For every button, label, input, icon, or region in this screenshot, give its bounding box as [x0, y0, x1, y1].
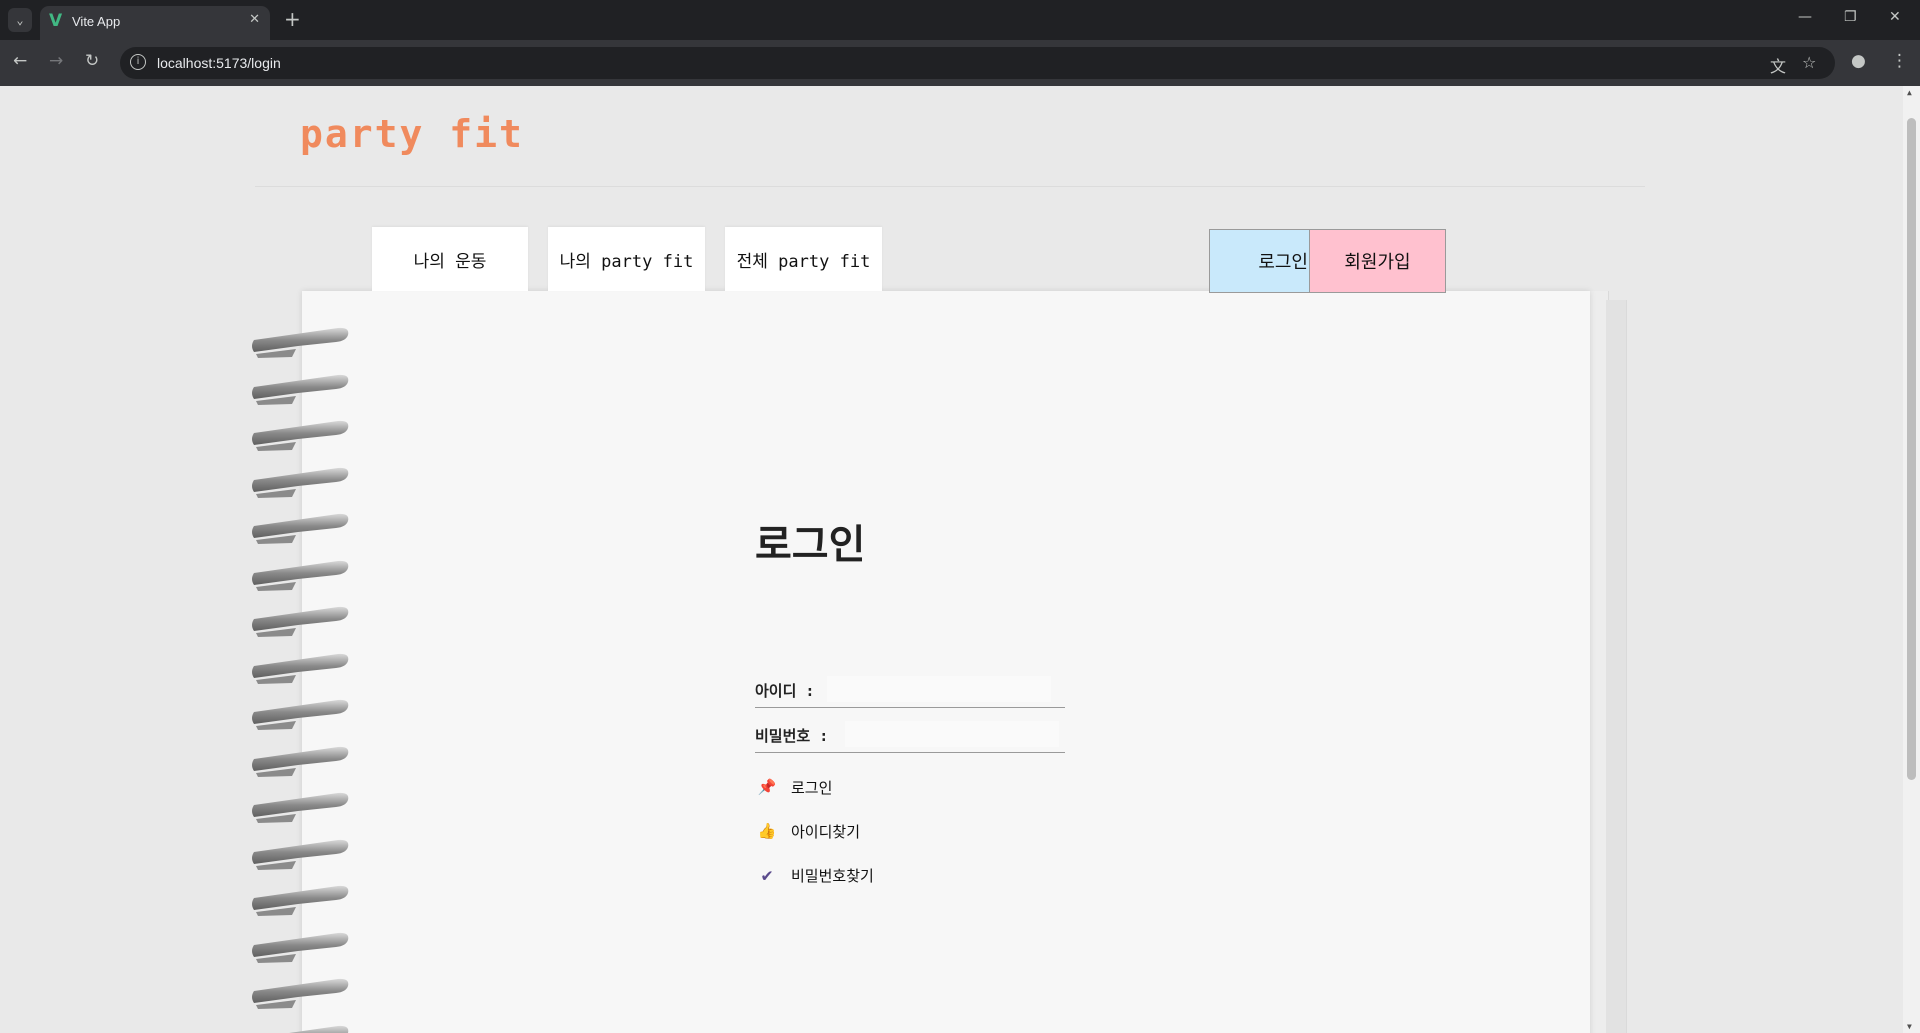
spiral-ring: [252, 978, 349, 1009]
login-button[interactable]: 로그인: [1209, 229, 1311, 293]
tab-my-workout[interactable]: 나의 운동: [372, 227, 528, 291]
spiral-ring: [252, 792, 349, 823]
find-id-action[interactable]: 👍 아이디찾기: [757, 818, 860, 844]
spiral-ring: [252, 327, 349, 358]
find-id-action-label: 아이디찾기: [791, 822, 861, 841]
browser-tab-strip: ⌄ V Vite App ✕ + — ❐ ✕: [0, 0, 1920, 40]
reload-icon[interactable]: ↻: [85, 51, 99, 71]
menu-icon[interactable]: ⋮: [1891, 51, 1908, 71]
site-logo[interactable]: party fit: [300, 112, 524, 156]
minimize-icon[interactable]: —: [1798, 9, 1812, 25]
site-info-icon[interactable]: i: [130, 54, 146, 70]
translate-icon[interactable]: 文: [1770, 53, 1786, 77]
checkmark-icon: ✔: [761, 864, 773, 886]
notebook-page: [302, 291, 1590, 1033]
login-action[interactable]: 📌 로그인: [757, 774, 833, 800]
spiral-ring: [252, 885, 349, 916]
spiral-ring: [252, 420, 349, 451]
login-button-label: 로그인: [1258, 252, 1308, 273]
close-icon[interactable]: ✕: [249, 12, 260, 27]
forward-icon[interactable]: →: [49, 51, 63, 71]
tab-search-icon[interactable]: ⌄: [8, 8, 32, 32]
spiral-ring: [252, 932, 349, 963]
scroll-down-icon[interactable]: ▼: [1907, 1022, 1912, 1031]
login-title: 로그인: [755, 522, 866, 568]
password-label: 비밀번호 :: [755, 727, 829, 745]
scrollbar-thumb[interactable]: [1907, 118, 1916, 780]
spiral-ring: [252, 653, 349, 684]
spiral-ring: [252, 699, 349, 730]
spiral-ring: [252, 467, 349, 498]
new-tab-icon[interactable]: +: [284, 7, 301, 31]
pushpin-icon: 📌: [757, 778, 777, 796]
thumbs-up-icon: 👍: [757, 822, 777, 840]
spiral-ring: [252, 513, 349, 544]
id-label: 아이디 :: [755, 682, 815, 700]
tab-my-party-fit[interactable]: 나의 party fit: [548, 227, 705, 291]
header-divider: [255, 186, 1645, 187]
page-stack-edge: [1606, 300, 1627, 1033]
tab-title: Vite App: [72, 14, 121, 29]
window-close-icon[interactable]: ✕: [1889, 9, 1901, 25]
spiral-ring: [252, 839, 349, 870]
password-field-row: 비밀번호 :: [755, 718, 1065, 753]
back-icon[interactable]: ←: [13, 51, 27, 71]
bookmark-star-icon[interactable]: ☆: [1802, 53, 1816, 72]
address-bar[interactable]: i localhost:5173/login 文 ☆: [120, 47, 1835, 79]
vite-favicon-icon: V: [49, 11, 63, 31]
profile-icon[interactable]: ●: [1851, 51, 1866, 71]
spiral-ring: [252, 606, 349, 637]
browser-tab[interactable]: V Vite App ✕: [40, 6, 270, 40]
find-password-action[interactable]: ✔ 비밀번호찾기: [757, 862, 874, 888]
id-input[interactable]: [827, 676, 1051, 702]
page-scrollbar[interactable]: ▲ ▼: [1903, 86, 1920, 1033]
spiral-ring: [285, 1025, 349, 1033]
spiral-ring: [252, 374, 349, 405]
scroll-up-icon[interactable]: ▲: [1907, 88, 1912, 97]
signup-button[interactable]: 회원가입: [1309, 229, 1446, 293]
password-input[interactable]: [845, 721, 1059, 747]
spiral-ring: [252, 746, 349, 777]
tab-all-party-fit[interactable]: 전체 party fit: [725, 227, 882, 291]
restore-icon[interactable]: ❐: [1844, 9, 1857, 25]
login-action-label: 로그인: [791, 778, 833, 797]
spiral-ring: [252, 560, 349, 591]
browser-toolbar: ← → ↻ i localhost:5173/login 文 ☆ ● ⋮: [0, 40, 1920, 86]
page-viewport: party fit 나의 운동 나의 party fit 전체 party fi…: [0, 86, 1903, 1033]
find-password-action-label: 비밀번호찾기: [791, 866, 874, 885]
url-text[interactable]: localhost:5173/login: [157, 55, 281, 71]
id-field-row: 아이디 :: [755, 673, 1065, 708]
